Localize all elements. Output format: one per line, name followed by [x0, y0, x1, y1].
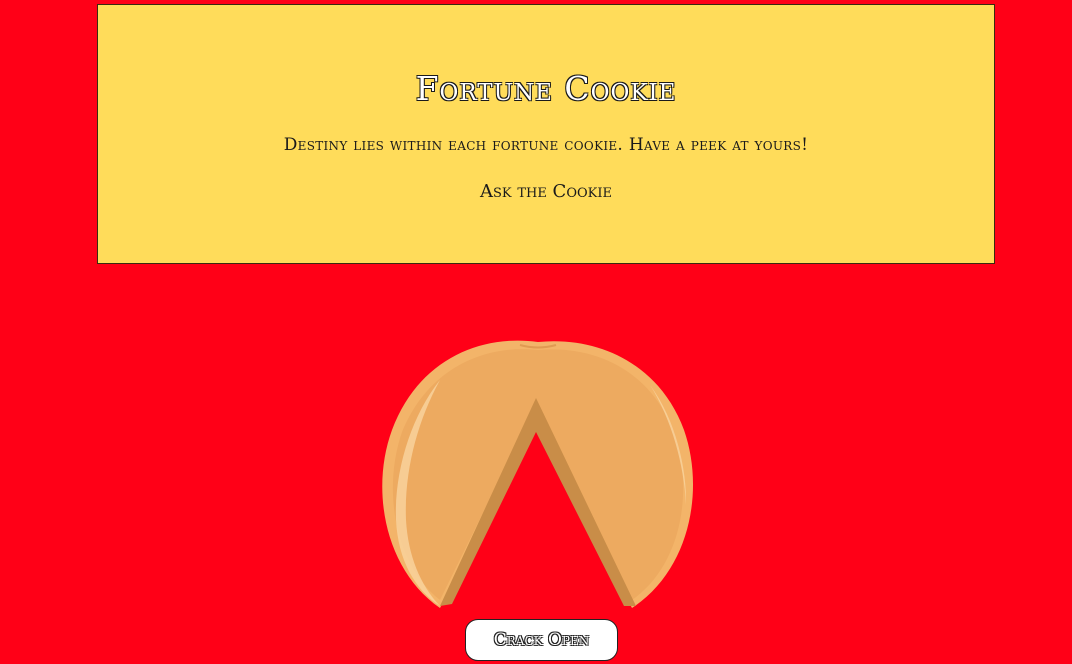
ask-the-cookie-link[interactable]: Ask the Cookie — [98, 181, 994, 202]
crack-open-button[interactable]: Crack Open — [465, 619, 618, 661]
cookie-body — [392, 349, 684, 600]
tagline: Destiny lies within each fortune cookie.… — [283, 135, 809, 155]
page-title: Fortune Cookie — [415, 69, 677, 108]
header-card: Fortune Cookie Destiny lies within each … — [97, 4, 995, 264]
page: Fortune Cookie Destiny lies within each … — [0, 0, 1072, 664]
fortune-cookie-icon[interactable] — [378, 338, 696, 613]
